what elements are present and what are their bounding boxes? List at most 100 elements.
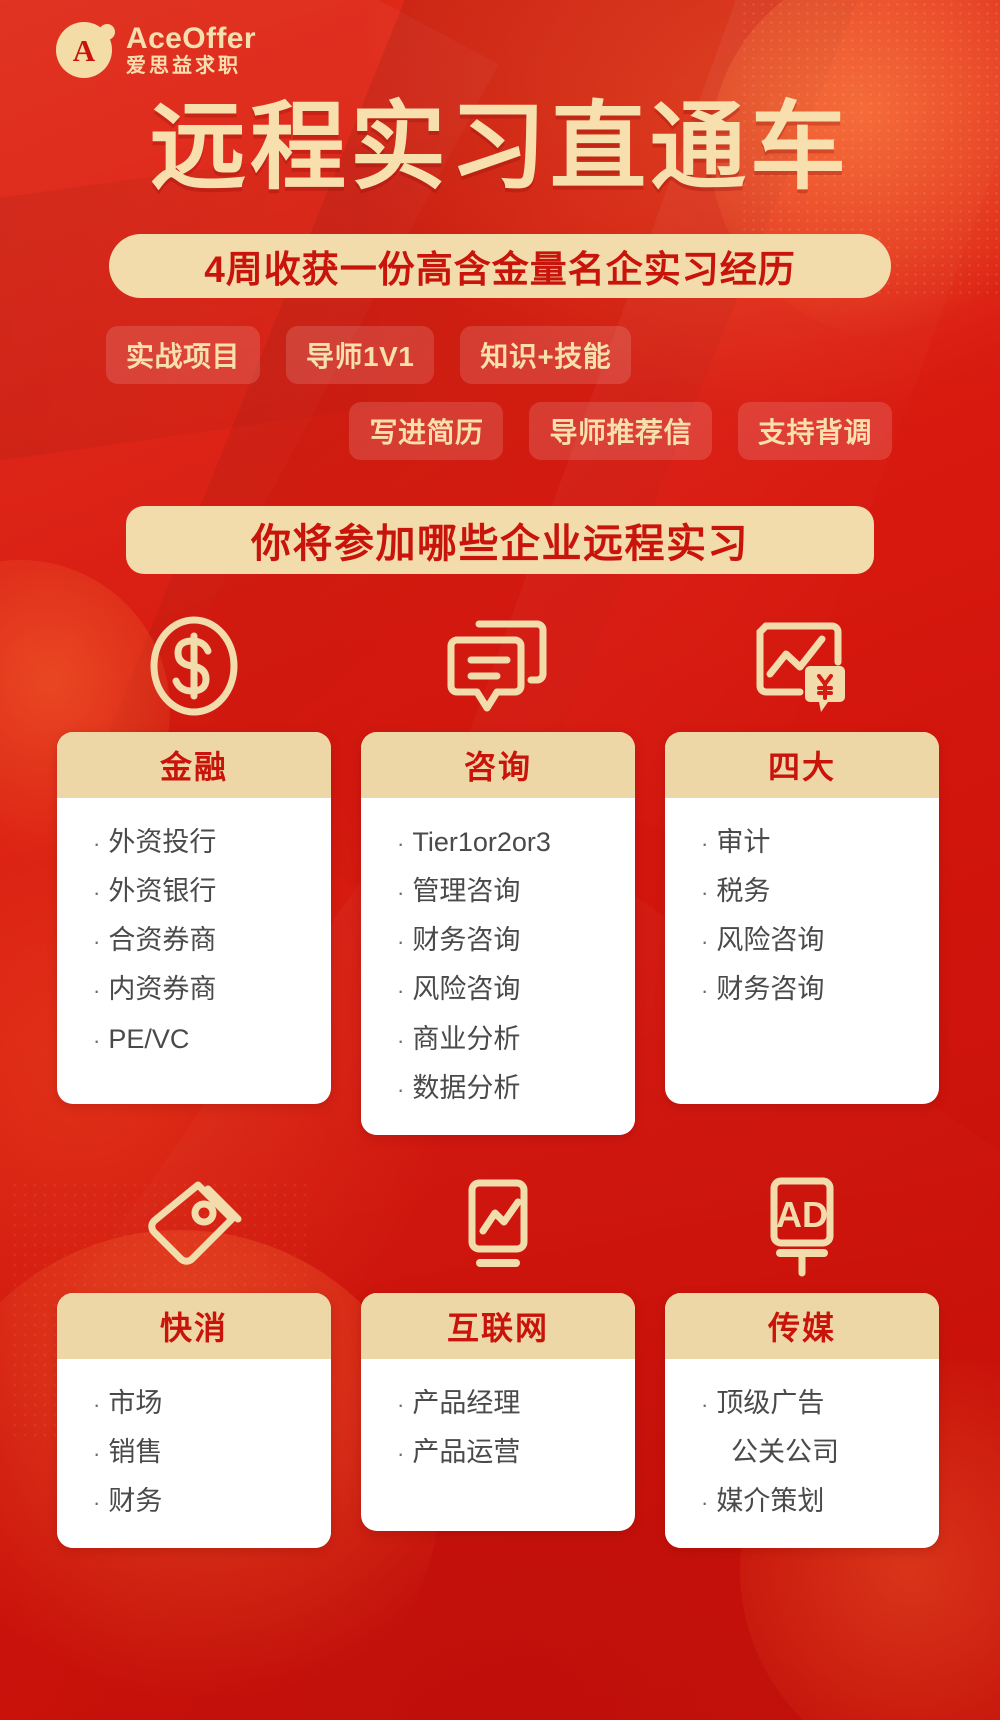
price-tag-icon [142, 1171, 246, 1279]
list-item: · Tier1or2or3 [397, 818, 635, 867]
industry-column: 金融 · 外资投行 · 外资银行 · 合资券商 · 内资券商 · PE/VC [57, 610, 331, 1135]
logo-letter: A [72, 32, 96, 68]
industry-card-title: 咨询 [463, 749, 532, 785]
list-item-label: 财务咨询 [716, 974, 825, 1005]
list-item-label: 内资券商 [108, 974, 217, 1005]
dollar-coin-icon [146, 610, 242, 718]
list-item-label: 合资券商 [108, 925, 217, 956]
industry-card: 四大 · 审计 · 税务 · 风险咨询 · 财务咨询 [665, 732, 939, 1104]
industry-card-title: 金融 [159, 749, 228, 785]
bullet-dot-icon: · [93, 1391, 101, 1417]
list-item-label: 管理咨询 [412, 876, 521, 907]
industry-card-body: · 产品经理 · 产品运营 [361, 1358, 635, 1499]
list-item-label: 媒介策划 [716, 1486, 825, 1516]
bullet-dot-icon: · [701, 1391, 709, 1417]
list-item: · 财务 [93, 1477, 331, 1526]
bullet-dot-icon: · [397, 1027, 405, 1053]
list-item-label: 外资银行 [108, 876, 217, 907]
brand-logo: A AceOffer 爱思益求职 [0, 0, 1000, 78]
industry-column: 互联网 · 产品经理 · 产品运营 [361, 1171, 635, 1548]
industry-column: 咨询 · Tier1or2or3 · 管理咨询 · 财务咨询 · 风险咨询 · 商业分析 … [361, 610, 635, 1135]
industry-card-header: 四大 [665, 732, 939, 798]
industry-card: 传媒 · 顶级广告 公关公司 · 媒介策划 [665, 1292, 939, 1549]
feature-tag-row-2: 写进简历 导师推荐信 支持背调 [90, 402, 910, 460]
list-item: · 财务咨询 [397, 916, 635, 965]
list-item: · 外资投行 [93, 818, 331, 867]
poster-page: A AceOffer 爱思益求职 远程实习直通车 4周收获一份高含金量名企实习经… [0, 0, 1000, 1720]
list-item: · 内资券商 [93, 965, 331, 1014]
industry-card: 互联网 · 产品经理 · 产品运营 [361, 1292, 635, 1531]
bullet-dot-icon: · [397, 880, 405, 906]
industry-card-body: · 顶级广告 公关公司 · 媒介策划 [665, 1358, 939, 1549]
svg-text:AD: AD [776, 1194, 828, 1235]
list-item-label: 风险咨询 [412, 974, 521, 1005]
bullet-dot-icon: · [397, 978, 405, 1004]
bullet-dot-icon: · [397, 1076, 405, 1102]
industry-card-header: 金融 [57, 732, 331, 798]
bullet-dot-icon: · [701, 929, 709, 955]
brand-name-cn: 爱思益求职 [126, 55, 241, 78]
bullet-dot-icon: · [701, 831, 709, 856]
industry-card: 金融 · 外资投行 · 外资银行 · 合资券商 · 内资券商 · PE/VC [57, 732, 331, 1104]
list-item-label: 风险咨询 [716, 925, 825, 956]
hero-subtitle-banner: 4周收获一份高含金量名企实习经历 [109, 234, 891, 298]
bullet-dot-icon: · [93, 1490, 101, 1515]
industry-card-title: 四大 [767, 749, 836, 785]
list-item: · 销售 [93, 1428, 331, 1477]
bullet-dot-icon: · [397, 929, 405, 955]
industry-card-body: · 外资投行 · 外资银行 · 合资券商 · 内资券商 · PE/VC [57, 798, 331, 1086]
bullet-dot-icon: · [397, 1440, 405, 1466]
bullet-dot-icon: · [93, 880, 101, 906]
logo-badge-icon: A [56, 22, 112, 78]
feature-tag: 知识+技能 [460, 326, 632, 384]
industry-card-header: 传媒 [665, 1292, 939, 1359]
list-item: · 商业分析 [397, 1015, 635, 1064]
industry-card-body: · 审计 · 税务 · 风险咨询 · 财务咨询 [665, 798, 939, 1037]
feature-tag: 支持背调 [737, 402, 892, 460]
bullet-dot-icon: · [93, 831, 101, 856]
feature-tag: 导师推荐信 [529, 402, 712, 460]
industry-card: 快消 · 市场 · 销售 · 财务 [57, 1292, 331, 1549]
list-item-label: 财务 [108, 1486, 163, 1516]
list-item-label: 数据分析 [412, 1072, 521, 1103]
industry-card-title: 互联网 [446, 1309, 549, 1346]
industry-column: 四大 · 审计 · 税务 · 风险咨询 · 财务咨询 [665, 610, 939, 1135]
list-item: · 财务咨询 [701, 965, 939, 1014]
industry-card: 咨询 · Tier1or2or3 · 管理咨询 · 财务咨询 · 风险咨询 · 商业分析 … [361, 732, 635, 1135]
bullet-dot-icon: · [397, 831, 405, 856]
chart-monitor-icon [446, 1171, 550, 1279]
list-item: · 数据分析 [397, 1064, 635, 1113]
list-item-label: 顶级广告 [716, 1387, 825, 1418]
chat-bubbles-icon [445, 610, 551, 718]
bullet-dot-icon: · [701, 1490, 709, 1515]
industry-card-title: 快消 [159, 1309, 228, 1346]
industry-card-header: 互联网 [361, 1292, 635, 1359]
feature-tag: 写进简历 [349, 402, 504, 460]
industry-card-header: 咨询 [361, 732, 635, 798]
list-item-label: 商业分析 [412, 1023, 521, 1054]
brand-name-en: AceOffer [126, 21, 256, 55]
industry-card-body: · 市场 · 销售 · 财务 [57, 1358, 331, 1549]
feature-tag: 实战项目 [106, 326, 261, 384]
hero-subtitle-text: 4周收获一份高含金量名企实习经历 [204, 249, 796, 290]
list-item-label: PE/VC [108, 1023, 190, 1054]
list-item-label: 税务 [716, 876, 771, 907]
list-item: · 外资银行 [93, 867, 331, 916]
industry-column: AD 传媒 · 顶级广告 公关公司 · 媒介策划 [665, 1171, 939, 1549]
list-item: · 市场 [93, 1379, 331, 1428]
list-item-label: 销售 [108, 1436, 163, 1467]
list-item: · 合资券商 [93, 916, 331, 965]
industry-card-header: 快消 [57, 1292, 331, 1359]
section-banner: 你将参加哪些企业远程实习 [126, 506, 874, 574]
list-item-label: 产品经理 [412, 1387, 521, 1418]
ad-billboard-icon: AD [750, 1171, 854, 1279]
list-item: · 审计 [701, 818, 939, 867]
bullet-dot-icon: · [701, 880, 709, 906]
bullet-dot-icon: · [397, 1391, 405, 1417]
feature-tags: 实战项目 导师1V1 知识+技能 写进简历 导师推荐信 支持背调 [0, 326, 1000, 460]
list-item-label: 财务咨询 [412, 925, 521, 956]
hero-title: 远程实习直通车 [150, 94, 850, 201]
bullet-dot-icon: · [93, 929, 101, 955]
list-item: · 产品运营 [397, 1428, 635, 1477]
list-item: · 风险咨询 [701, 916, 939, 965]
